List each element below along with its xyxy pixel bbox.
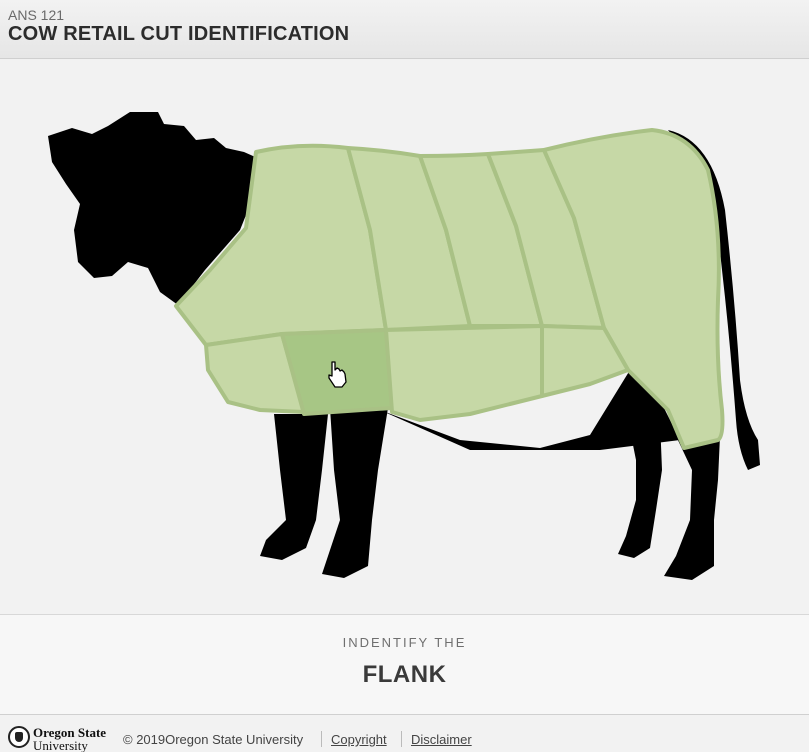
osu-seal-icon — [8, 726, 30, 748]
cow-diagram — [48, 112, 760, 580]
page-title: COW RETAIL CUT IDENTIFICATION — [8, 23, 350, 45]
footer-divider — [401, 731, 402, 747]
cow-hind-leg-right — [664, 436, 720, 580]
cow-front-leg-right — [322, 408, 388, 578]
osu-logo[interactable]: Oregon State University — [8, 725, 108, 752]
prompt-target-cut: FLANK — [362, 661, 447, 688]
footer-divider — [321, 731, 322, 747]
course-code: ANS 121 — [8, 7, 65, 23]
site-footer: Oregon State University © 2019Oregon Sta… — [0, 714, 809, 752]
copyright-text: © 2019Oregon State University — [123, 732, 304, 747]
copyright-link[interactable]: Copyright — [331, 732, 387, 747]
cow-front-leg-left — [260, 414, 328, 560]
prompt-label: INDENTIFY THE — [342, 635, 467, 650]
disclaimer-link[interactable]: Disclaimer — [411, 732, 472, 747]
app-header: ANS 121 COW RETAIL CUT IDENTIFICATION — [0, 0, 809, 59]
logo-line2: University — [33, 738, 88, 752]
cut-plate[interactable] — [384, 324, 544, 422]
cow-diagram-stage — [0, 60, 809, 614]
question-panel: INDENTIFY THE FLANK — [0, 614, 809, 714]
